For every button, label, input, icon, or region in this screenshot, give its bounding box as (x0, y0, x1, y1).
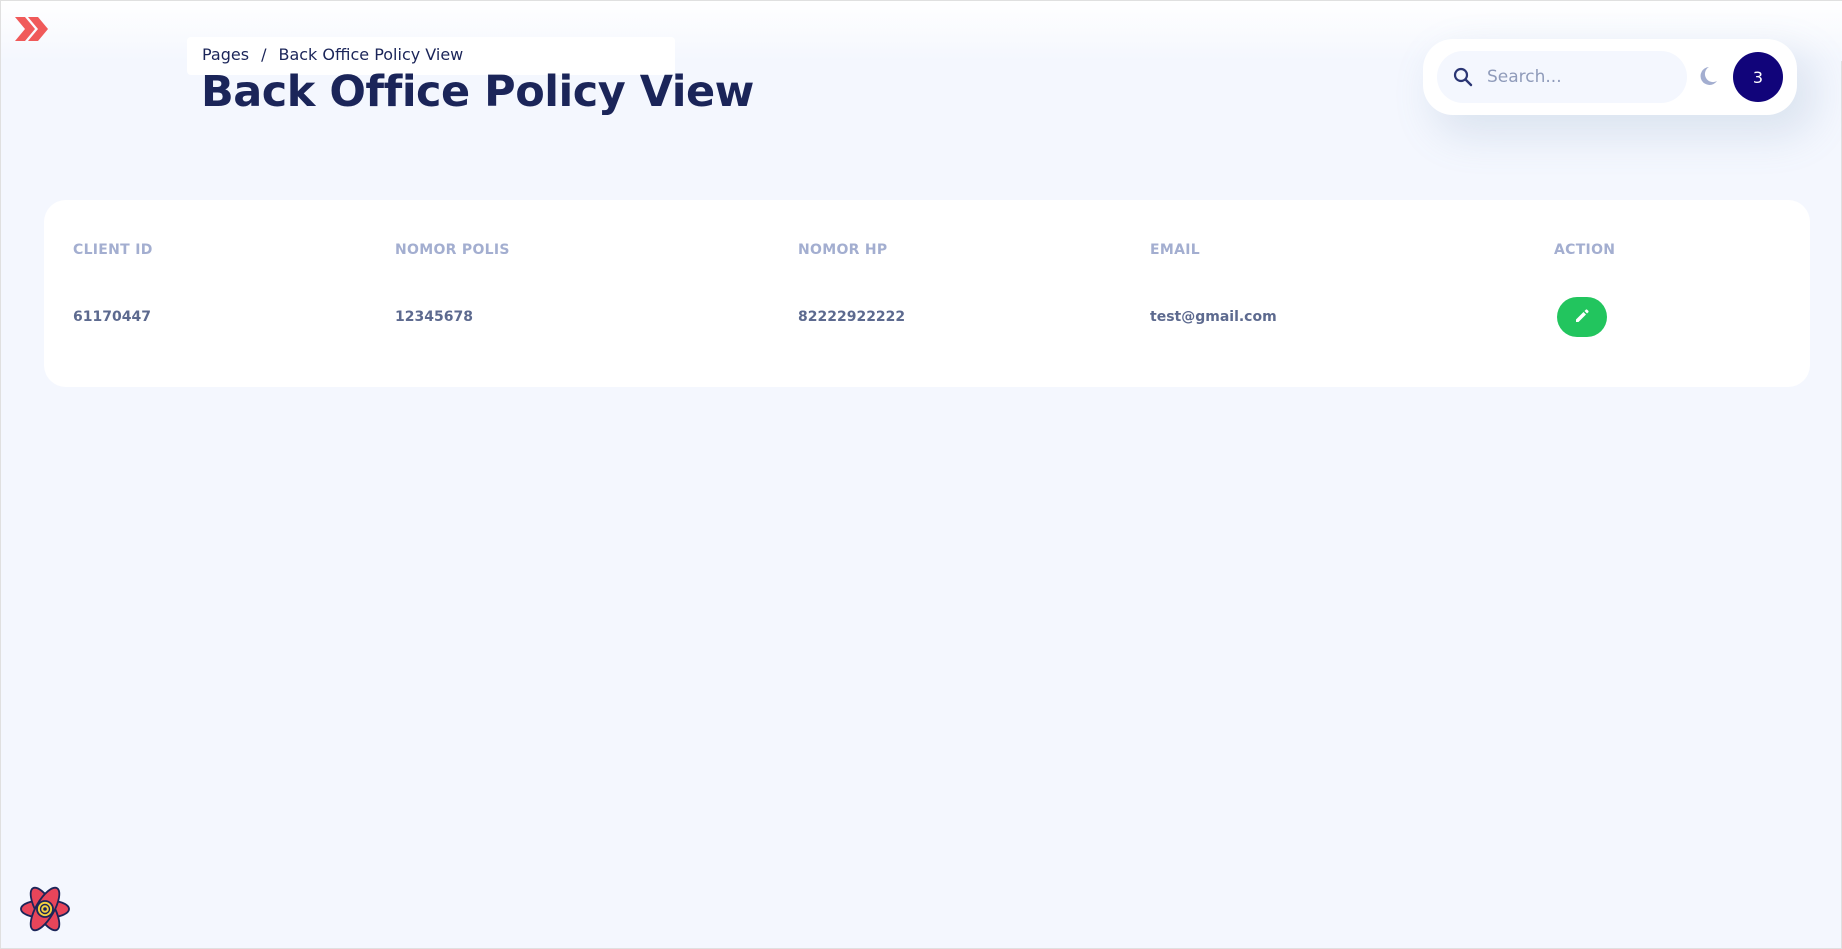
cell-email: test@gmail.com (1150, 309, 1277, 325)
column-header-nomor-polis[interactable]: NOMOR POLIS (395, 242, 510, 258)
cell-nomor-polis: 12345678 (395, 309, 473, 325)
react-atom-icon[interactable] (19, 885, 71, 933)
breadcrumb: Pages / Back Office Policy View (202, 45, 463, 64)
column-header-action: ACTION (1554, 242, 1616, 258)
search-box (1437, 51, 1687, 103)
breadcrumb-pages-link[interactable]: Pages (202, 45, 249, 64)
cell-nomor-hp: 82222922222 (798, 309, 906, 325)
column-header-email[interactable]: EMAIL (1150, 242, 1200, 258)
column-header-client-id[interactable]: CLIENT ID (73, 242, 153, 258)
column-header-nomor-hp[interactable]: NOMOR HP (798, 242, 887, 258)
double-chevron-right-icon[interactable] (13, 13, 49, 45)
search-icon (1453, 67, 1473, 87)
navbar-right-panel: 3 (1423, 39, 1797, 115)
pencil-icon (1574, 308, 1590, 327)
cell-client-id: 61170447 (73, 309, 151, 325)
policy-table-card: CLIENT ID NOMOR POLIS NOMOR HP EMAIL ACT… (44, 200, 1810, 387)
edit-button[interactable] (1557, 297, 1607, 337)
avatar[interactable]: 3 (1733, 52, 1783, 102)
breadcrumb-current[interactable]: Back Office Policy View (278, 45, 463, 64)
breadcrumb-separator: / (261, 45, 267, 64)
page-title: Back Office Policy View (201, 67, 754, 117)
moon-icon[interactable] (1695, 65, 1719, 89)
search-input[interactable] (1487, 63, 1677, 91)
